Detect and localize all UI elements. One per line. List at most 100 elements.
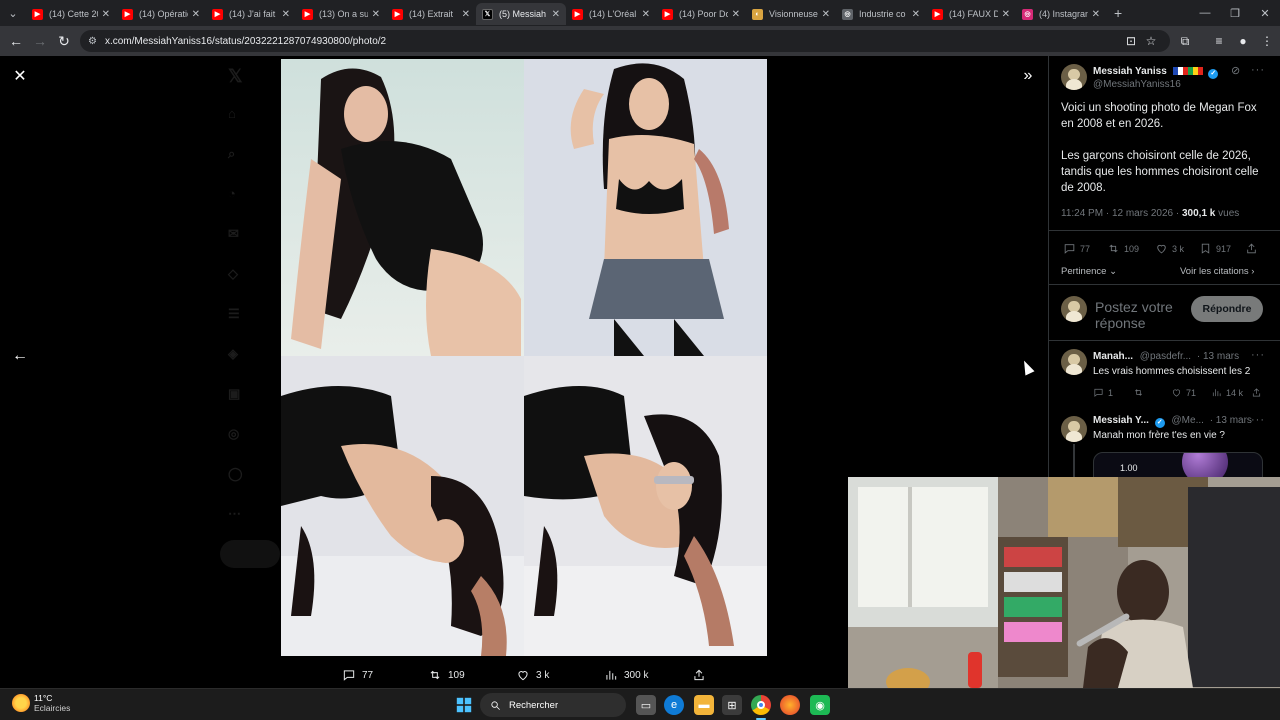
viewer-reply-count: 77 (362, 669, 374, 681)
extensions-icon[interactable]: ⧉ (1174, 30, 1196, 52)
taskbar-search[interactable]: Rechercher (480, 693, 626, 717)
reply-stat[interactable]: 77 (1063, 242, 1090, 255)
reply-views-stat[interactable]: 14 k (1211, 387, 1243, 398)
close-viewer-icon[interactable]: ✕ (6, 62, 34, 90)
site-info-icon[interactable]: ⚙ (88, 36, 97, 47)
post-time[interactable]: 11:24 PM · 12 mars 2026 · (1061, 208, 1182, 219)
viewer-like-button[interactable]: 3 k (516, 662, 549, 688)
viewer-reply-button[interactable]: 77 (342, 662, 373, 688)
ghost-nav-mail-icon: ✉ (228, 226, 239, 241)
browser-tab[interactable]: ▶ (14) FAUX D ✕ (926, 3, 1016, 25)
expand-panel-icon[interactable]: » (1014, 62, 1042, 90)
close-tab-icon[interactable]: ✕ (1002, 9, 1010, 20)
reply-more-options-icon[interactable]: ··· (1251, 349, 1265, 361)
youtube-icon: ▶ (212, 8, 223, 20)
url-text: x.com/MessiahYaniss16/status/20322212870… (104, 35, 387, 47)
new-tab-icon[interactable]: + (1114, 5, 1122, 21)
browser-toolbar: ← → ↻ ⚙ x.com/MessiahYaniss16/status/203… (0, 26, 1280, 56)
bookmark-star-icon[interactable]: ☆ (1140, 30, 1162, 52)
file-explorer-icon[interactable]: ▬ (694, 695, 714, 715)
reply-repost-stat[interactable] (1133, 387, 1148, 398)
reply-input[interactable]: Postez votre réponse (1095, 299, 1187, 331)
close-tab-icon[interactable]: ✕ (552, 9, 560, 20)
reply-button[interactable]: Répondre (1191, 296, 1263, 322)
post-photo[interactable] (281, 59, 767, 656)
bookmark-stat[interactable]: 917 (1199, 242, 1231, 255)
ghost-nav-jobs-icon: ▣ (228, 386, 241, 401)
maximize-icon[interactable]: ❐ (1220, 0, 1250, 26)
close-tab-icon[interactable]: ✕ (282, 9, 290, 20)
viewer-repost-button[interactable]: 109 (428, 662, 465, 688)
firefox-icon[interactable] (780, 695, 800, 715)
browser-tab[interactable]: ◎ (4) Instagran ✕ (1016, 3, 1106, 25)
close-tab-icon[interactable]: ✕ (642, 9, 650, 20)
divider (1049, 284, 1280, 285)
heart-icon (1172, 389, 1181, 397)
post-meta: 11:24 PM · 12 mars 2026 · 300,1 k vues (1061, 208, 1239, 219)
windows-start-icon[interactable] (454, 695, 474, 715)
browser-tab[interactable]: ▶ (14) Opératio ✕ (116, 3, 206, 25)
browser-tab[interactable]: 𝕏 (5) Messiah ✕ (476, 3, 566, 25)
reply-text: Les vrais hommes choisissent les 2 (1093, 366, 1251, 377)
reply-more-options-icon[interactable]: ··· (1251, 414, 1265, 426)
close-window-icon[interactable]: ✕ (1250, 0, 1280, 26)
profile-avatar[interactable]: ● (1232, 30, 1254, 52)
microsoft-store-icon[interactable]: ⊞ (722, 695, 742, 715)
grok-icon[interactable]: ⊘ (1231, 64, 1241, 77)
close-tab-icon[interactable]: ✕ (1092, 9, 1100, 20)
close-tab-icon[interactable]: ✕ (192, 9, 200, 20)
more-options-icon[interactable]: ··· (1251, 64, 1265, 76)
browser-menu-icon[interactable]: ⋮ (1256, 30, 1278, 52)
reply-avatar[interactable] (1061, 416, 1087, 442)
chrome-icon[interactable] (751, 695, 771, 715)
ghost-nav-home-icon: ⌂ (228, 106, 236, 121)
app-icon[interactable]: ◉ (810, 695, 830, 715)
viewer-share-button[interactable] (692, 662, 712, 688)
address-bar[interactable]: ⚙ x.com/MessiahYaniss16/status/203222128… (80, 30, 1170, 52)
browser-tab[interactable]: ▶ (14) Extrait ✕ (386, 3, 476, 25)
reload-icon[interactable]: ↻ (52, 29, 76, 53)
reply-avatar[interactable] (1061, 349, 1087, 375)
forward-icon[interactable]: → (28, 29, 52, 53)
reply-like-stat[interactable]: 71 (1171, 387, 1196, 398)
back-icon[interactable]: ← (4, 29, 28, 53)
author-name-row[interactable]: Messiah Yaniss ✓ (1093, 66, 1219, 79)
weather-widget[interactable]: 11°C Eclaircies (12, 693, 70, 713)
author-avatar[interactable] (1061, 64, 1087, 90)
author-handle[interactable]: @MessiahYaniss16 (1093, 79, 1181, 90)
like-stat[interactable]: 3 k (1155, 242, 1184, 255)
bookmark-icon (1201, 243, 1210, 254)
task-view-icon[interactable]: ▭ (636, 695, 656, 715)
view-quotes-link[interactable]: Voir les citations › (1180, 266, 1254, 277)
browser-tab[interactable]: ▶ (14) Poor Do ✕ (656, 3, 746, 25)
browser-tab[interactable]: ▶ (13) On a su ✕ (296, 3, 386, 25)
tab-search-icon[interactable]: ⌄ (0, 0, 26, 26)
close-tab-icon[interactable]: ✕ (912, 9, 920, 20)
reply-author-row[interactable]: Manah... @pasdefr... · 13 mars (1093, 351, 1239, 362)
previous-photo-icon[interactable]: ← (6, 342, 34, 370)
reply-share-stat[interactable] (1251, 387, 1266, 398)
sort-dropdown[interactable]: Pertinence ⌄ (1061, 266, 1117, 277)
browser-tab[interactable]: ▶ (14) J'ai fait ✕ (206, 3, 296, 25)
reply-icon (1064, 244, 1075, 254)
close-tab-icon[interactable]: ✕ (462, 9, 470, 20)
edge-icon[interactable]: e (664, 695, 684, 715)
minimize-icon[interactable]: — (1190, 0, 1220, 26)
close-tab-icon[interactable]: ✕ (822, 9, 830, 20)
browser-tab[interactable]: ◎ Industrie co ✕ (836, 3, 926, 25)
browser-tab[interactable]: ▶ (14) Cette 20 ✕ (26, 3, 116, 25)
repost-stat[interactable]: 109 (1107, 242, 1139, 255)
install-app-icon[interactable]: ⊡ (1120, 30, 1142, 52)
viewer-views-button[interactable]: 300 k (604, 662, 648, 688)
weather-condition: Eclaircies (34, 703, 71, 713)
browser-tab[interactable]: ▶ (14) L'Oréal ✕ (566, 3, 656, 25)
close-tab-icon[interactable]: ✕ (102, 9, 110, 20)
share-stat[interactable] (1245, 242, 1262, 255)
close-tab-icon[interactable]: ✕ (732, 9, 740, 20)
tab-groups-icon[interactable]: ≡ (1208, 30, 1230, 52)
reply-author-row[interactable]: Messiah Y... ✓ @Me... · 13 mars (1093, 415, 1252, 428)
browser-tab[interactable]: ◐ Visionneuse ✕ (746, 3, 836, 25)
verified-badge-icon: ✓ (1208, 69, 1219, 79)
reply-reply-stat[interactable]: 1 (1093, 387, 1113, 398)
close-tab-icon[interactable]: ✕ (372, 9, 380, 20)
